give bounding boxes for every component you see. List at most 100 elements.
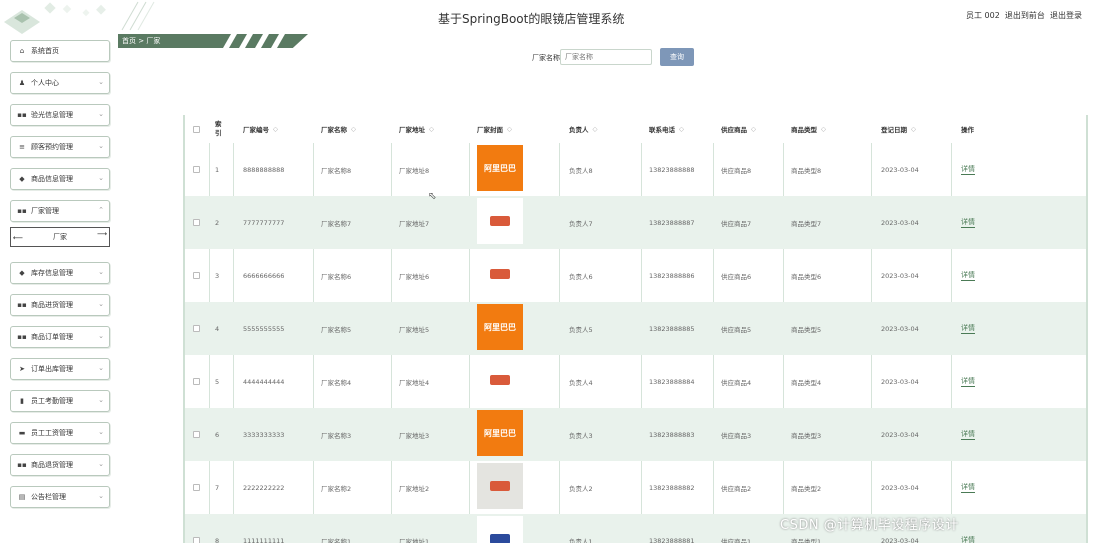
- search-input[interactable]: [560, 49, 652, 65]
- column-header[interactable]: 联系电话 ◇: [649, 115, 684, 143]
- sidebar-item[interactable]: ▬ 员工工资管理 ⌄: [10, 422, 110, 444]
- table-cell: 6666666666: [243, 249, 284, 302]
- table-cell: 8: [215, 514, 219, 543]
- table-cell: 供应商品3: [721, 408, 751, 461]
- chevron-down-icon: ⌄: [98, 492, 104, 500]
- table-cell: 厂家地址6: [399, 249, 429, 302]
- column-header[interactable]: 登记日期 ◇: [881, 115, 916, 143]
- row-checkbox[interactable]: [193, 514, 200, 543]
- table-cell: 2023-03-04: [881, 196, 919, 249]
- row-checkbox[interactable]: [193, 461, 200, 514]
- sidebar-item[interactable]: ⌂ 系统首页: [10, 40, 110, 62]
- table-cell: 供应商品8: [721, 143, 751, 196]
- cell-value: 1111111111: [243, 536, 285, 543]
- detail-link[interactable]: 详情: [961, 377, 975, 387]
- column-header-label: 厂家编号: [243, 126, 269, 134]
- sidebar-item[interactable]: ♟ 个人中心 ⌄: [10, 72, 110, 94]
- row-checkbox[interactable]: [193, 249, 200, 302]
- column-header-label: 供应商品: [721, 126, 747, 134]
- detail-cell: 详情: [961, 143, 975, 196]
- detail-link[interactable]: 详情: [961, 430, 975, 440]
- detail-link[interactable]: 详情: [961, 536, 975, 543]
- logout-link[interactable]: 退出登录: [1050, 11, 1082, 20]
- row-checkbox[interactable]: [193, 196, 200, 249]
- sidebar-item[interactable]: ▪▪ 厂家管理 ⌃: [10, 200, 110, 222]
- row-checkbox[interactable]: [193, 302, 200, 355]
- table-cell: 厂家地址8: [399, 143, 429, 196]
- cell-value: 供应商品6: [721, 272, 752, 281]
- home-icon: ⌂: [19, 47, 25, 55]
- column-header[interactable]: 商品类型 ◇: [791, 115, 826, 143]
- sidebar-item-label: 个人中心: [31, 79, 59, 87]
- factory-cover-image: [477, 463, 523, 509]
- factory-table: 索引 厂家编号 ◇ 厂家名称 ◇ 厂家地址 ◇ 厂家封面 ◇ 负责人 ◇ 联系电话 ◇ 供应商品 ◇ 商品类型…: [183, 115, 1088, 543]
- sidebar-item[interactable]: ◆ 商品信息管理 ⌄: [10, 168, 110, 190]
- detail-cell: 详情: [961, 355, 975, 408]
- select-all-checkbox[interactable]: [193, 115, 200, 143]
- cell-value: 厂家名称7: [321, 219, 352, 228]
- cell-value: 13823888881: [649, 536, 695, 543]
- table-cell: 2023-03-04: [881, 408, 919, 461]
- user-icon: ♟: [18, 79, 26, 87]
- sidebar-item-label: 公告栏管理: [31, 493, 66, 501]
- cell-value: 供应商品2: [721, 484, 752, 493]
- column-header[interactable]: 厂家封面 ◇: [477, 115, 512, 143]
- grid-icon: ▪▪: [17, 207, 27, 215]
- sidebar-item[interactable]: ▪▪ 商品进货管理 ⌄: [10, 294, 110, 316]
- detail-link[interactable]: 详情: [961, 483, 975, 493]
- sidebar-item-label: 商品订单管理: [31, 333, 73, 341]
- sidebar-item[interactable]: ◆ 库存信息管理 ⌄: [10, 262, 110, 284]
- sidebar-item-label: 厂家管理: [31, 207, 59, 215]
- detail-link[interactable]: 详情: [961, 324, 975, 334]
- sidebar-item[interactable]: ▤ 公告栏管理 ⌄: [10, 486, 110, 508]
- detail-link[interactable]: 详情: [961, 271, 975, 281]
- sliders-icon: ≡: [19, 143, 25, 151]
- column-header[interactable]: 负责人 ◇: [569, 115, 598, 143]
- sidebar-item[interactable]: ▪▪ 商品订单管理 ⌄: [10, 326, 110, 348]
- row-checkbox[interactable]: [193, 143, 200, 196]
- chevron-down-icon: ⌄: [98, 460, 104, 468]
- cell-value: 商品类型3: [791, 431, 822, 440]
- sidebar-item-label: 商品退货管理: [31, 461, 73, 469]
- factory-cover-image: 阿里巴巴: [477, 304, 523, 350]
- sort-icon: ◇: [351, 125, 356, 133]
- row-checkbox[interactable]: [193, 355, 200, 408]
- column-header-label: 负责人: [569, 126, 589, 134]
- sidebar-item[interactable]: ➤ 订单出库管理 ⌄: [10, 358, 110, 380]
- sidebar-item[interactable]: ▪▪ 验光信息管理 ⌄: [10, 104, 110, 126]
- column-header[interactable]: 厂家名称 ◇: [321, 115, 356, 143]
- column-header[interactable]: 供应商品 ◇: [721, 115, 756, 143]
- cell-value: 供应商品4: [721, 378, 752, 387]
- breadcrumb: 首页 > 厂家: [118, 34, 308, 48]
- sidebar-item-label: 订单出库管理: [31, 365, 73, 373]
- app-title: 基于SpringBoot的眼镜店管理系统: [438, 12, 625, 26]
- front-link[interactable]: 退出到前台: [1005, 11, 1045, 20]
- column-header[interactable]: 厂家地址 ◇: [399, 115, 434, 143]
- table-cell: 5: [215, 355, 219, 408]
- cell-value: 2222222222: [243, 483, 285, 492]
- sidebar-subitem-factory[interactable]: ⟵ 厂家 ⟶: [10, 227, 110, 247]
- sidebar-item[interactable]: ▪▪ 商品退货管理 ⌄: [10, 454, 110, 476]
- row-checkbox[interactable]: [193, 408, 200, 461]
- search-button[interactable]: 查询: [660, 48, 694, 66]
- sidebar-item[interactable]: ▮ 员工考勤管理 ⌄: [10, 390, 110, 412]
- cell-value: 负责人1: [569, 537, 593, 543]
- table-cell: 厂家名称8: [321, 143, 351, 196]
- detail-link[interactable]: 详情: [961, 218, 975, 228]
- table-row: 1 8888888888 厂家名称8 厂家地址8 阿里巴巴 负责人8 13823888888…: [185, 143, 1086, 196]
- column-header-label: 厂家名称: [321, 126, 347, 134]
- table-cell: 4444444444: [243, 355, 284, 408]
- table-cell: 商品类型8: [791, 143, 821, 196]
- cell-value: 8888888888: [243, 165, 285, 174]
- table-cell: 厂家名称2: [321, 461, 351, 514]
- cell-value: 13823888885: [649, 324, 695, 333]
- cell-value: 2023-03-04: [881, 324, 919, 333]
- table-cell: 2023-03-04: [881, 249, 919, 302]
- sidebar-item[interactable]: ≡ 顾客预约管理 ⌄: [10, 136, 110, 158]
- sort-icon: ◇: [592, 125, 598, 133]
- cell-value: 厂家地址3: [399, 431, 430, 440]
- detail-link[interactable]: 详情: [961, 165, 975, 175]
- breadcrumb-home[interactable]: 首页: [122, 37, 136, 45]
- column-header[interactable]: 厂家编号 ◇: [243, 115, 278, 143]
- logo-decoration: [0, 0, 118, 36]
